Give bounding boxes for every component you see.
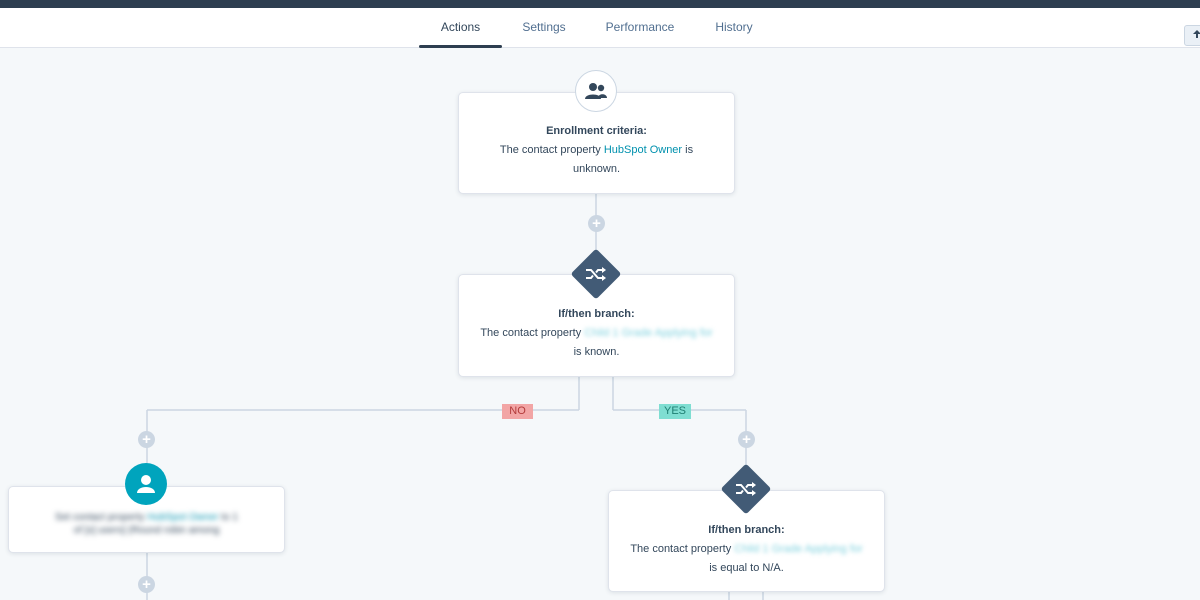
branch1-text-before: The contact property <box>480 327 582 339</box>
enrollment-text-after: unknown. <box>572 163 621 175</box>
branch2-text-after: is equal to N/A. <box>709 562 784 574</box>
branch-node-2 <box>720 463 772 515</box>
branch-yes-label: YES <box>659 404 691 419</box>
branch2-description: The contact property Child 1 Grade Apply… <box>609 540 884 559</box>
branch1-title: If/then branch: <box>558 308 635 320</box>
add-action-button-bottom[interactable]: + <box>138 576 155 593</box>
branch2-title: If/then branch: <box>708 524 785 536</box>
enrollment-property-link[interactable]: HubSpot Owner <box>604 144 682 156</box>
action-left-line2: of [x] users] (Round robin among <box>73 525 220 536</box>
branch1-description: The contact property Child 1 Grade Apply… <box>459 324 734 343</box>
branch-node-1 <box>570 248 622 300</box>
add-action-button-yes[interactable]: + <box>738 431 755 448</box>
enrollment-title: Enrollment criteria: <box>546 125 647 137</box>
enrollment-text-is: is <box>685 144 694 156</box>
branch1-property-redacted: Child 1 Grade Applying for <box>584 327 713 339</box>
person-icon <box>125 463 167 505</box>
shuffle-icon <box>586 267 606 281</box>
shuffle-icon <box>736 482 756 496</box>
add-action-button-1[interactable]: + <box>588 215 605 232</box>
action-left-text: Set contact property <box>55 512 145 523</box>
action-left-text-end: to 1 <box>221 512 238 523</box>
branch2-property-redacted: Child 1 Grade Applying for <box>734 543 863 555</box>
enrollment-description: The contact property HubSpot Owner is <box>459 141 734 160</box>
action-left-line1: Set contact property HubSpot Owner to 1 <box>9 511 284 524</box>
add-action-button-no[interactable]: + <box>138 431 155 448</box>
action-left-property: HubSpot Owner <box>147 512 219 523</box>
contacts-icon <box>575 70 617 112</box>
enrollment-text-before: The contact property <box>499 144 601 156</box>
branch-no-label: NO <box>502 404 533 419</box>
branch2-text-before: The contact property <box>630 543 732 555</box>
branch1-text-after: is known. <box>573 346 620 358</box>
